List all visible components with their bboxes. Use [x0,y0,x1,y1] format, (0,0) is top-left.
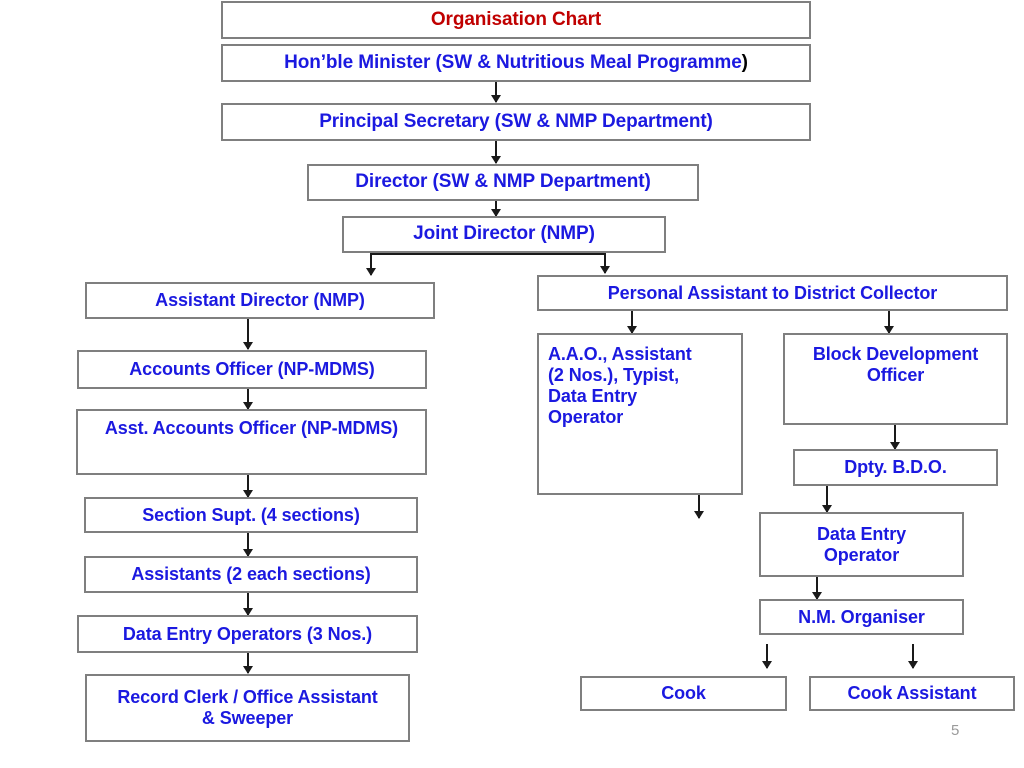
node-aao-label-line2: (2 Nos.), Typist, [548,364,679,385]
node-title-label: Organisation Chart [430,8,602,30]
node-bdo-label-line2: Officer [866,364,925,385]
node-dpty-bdo-label: Dpty. B.D.O. [844,457,947,478]
node-cook-assistant-label: Cook Assistant [847,683,977,704]
node-section-supt: Section Supt. (4 sections) [84,497,418,533]
node-asst-accounts-officer: Asst. Accounts Officer (NP-MDMS) [76,409,427,475]
node-accounts-officer-label: Accounts Officer (NP-MDMS) [129,359,375,380]
node-cook: Cook [580,676,787,711]
node-aao-label-line4: Operator [548,406,624,427]
node-minister-trailing-paren: ) [741,51,748,73]
node-aao-label-line1: A.A.O., Assistant [548,344,692,364]
node-assistant-director: Assistant Director (NMP) [85,282,435,319]
node-director: Director (SW & NMP Department) [307,164,699,201]
node-nm-organiser: N.M. Organiser [759,599,964,635]
node-assistants: Assistants (2 each sections) [84,556,418,593]
page-number: 5 [951,722,960,739]
connector-joint-director-branch-left [370,253,504,255]
node-cook-label: Cook [661,683,706,704]
node-assistants-label: Assistants (2 each sections) [131,564,371,585]
node-data-entry-operator-block: Data Entry Operator [759,512,964,577]
node-deo-block-label-line1: Data Entry [816,523,907,544]
node-section-supt-label: Section Supt. (4 sections) [142,504,360,525]
node-record-clerk-label-line1: Record Clerk / Office Assistant [117,687,378,708]
node-cook-assistant: Cook Assistant [809,676,1015,711]
node-pa-district-collector: Personal Assistant to District Collector [537,275,1008,311]
node-title: Organisation Chart [221,1,811,39]
node-block-development-officer: Block Development Officer [783,333,1008,425]
node-accounts-officer: Accounts Officer (NP-MDMS) [77,350,427,389]
node-data-entry-operators: Data Entry Operators (3 Nos.) [77,615,418,653]
node-bdo-label-line1: Block Development [812,344,979,364]
connector-joint-director-branch-right [504,253,605,255]
node-principal-secretary-label: Principal Secretary (SW & NMP Department… [319,110,713,132]
node-asst-accounts-officer-label: Asst. Accounts Officer (NP-MDMS) [104,418,399,438]
node-director-label: Director (SW & NMP Department) [355,171,651,193]
node-record-clerk: Record Clerk / Office Assistant & Sweepe… [85,674,410,742]
node-pa-district-collector-label: Personal Assistant to District Collector [607,282,938,303]
node-record-clerk-label-line2: & Sweeper [201,708,294,728]
node-joint-director-label: Joint Director (NMP) [413,223,595,245]
node-nm-organiser-label: N.M. Organiser [798,606,925,627]
node-principal-secretary: Principal Secretary (SW & NMP Department… [221,103,811,141]
node-dpty-bdo: Dpty. B.D.O. [793,449,998,486]
node-assistant-director-label: Assistant Director (NMP) [155,290,365,311]
node-aao: A.A.O., Assistant (2 Nos.), Typist, Data… [537,333,743,495]
node-deo-block-label-line2: Operator [823,544,900,565]
node-data-entry-operators-label: Data Entry Operators (3 Nos.) [122,623,373,644]
node-minister: Hon’ble Minister (SW & Nutritious Meal P… [221,44,811,82]
node-aao-label-line3: Data Entry [548,385,638,406]
organisation-chart-slide: Organisation Chart Hon’ble Minister (SW … [0,0,1024,768]
node-minister-label: Hon’ble Minister (SW & Nutritious Meal P… [284,51,742,73]
node-joint-director: Joint Director (NMP) [342,216,666,253]
